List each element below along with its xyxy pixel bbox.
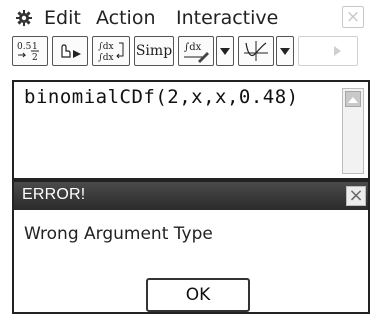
drag-pointer-icon — [61, 44, 81, 58]
menu-action[interactable]: Action — [96, 6, 156, 30]
svg-text:∫dx: ∫dx — [98, 42, 114, 52]
dropdown-arrow-icon — [280, 48, 290, 55]
expression-text[interactable]: binomialCDf(2,x,x,0.48) — [24, 86, 299, 108]
gear-icon[interactable] — [16, 10, 32, 26]
right-arrow-icon — [334, 46, 341, 56]
dropdown-button-2[interactable] — [276, 36, 294, 66]
graph-button[interactable] — [238, 36, 274, 66]
dialog-close-button[interactable]: × — [346, 186, 366, 206]
dropdown-arrow-icon — [220, 48, 230, 55]
menu-close-button[interactable]: × — [342, 6, 364, 28]
up-arrow-icon — [348, 97, 358, 103]
integral-edit-icon: ∫dx — [184, 42, 209, 63]
error-message: Wrong Argument Type — [24, 224, 213, 244]
integral-toggle-button[interactable]: ∫dx ∫dx — [92, 36, 130, 66]
svg-text:∫dx: ∫dx — [184, 42, 202, 53]
graph-icon — [244, 41, 268, 61]
menu-bar: Edit Action Interactive × — [8, 2, 372, 34]
decimal-fraction-button[interactable]: 0.5 1 2 — [12, 36, 48, 66]
svg-text:2: 2 — [32, 53, 38, 63]
calculator-screen: Edit Action Interactive × 0.5 1 2 ∫dx ∫d… — [8, 0, 372, 322]
error-dialog: ERROR! × Wrong Argument Type OK — [12, 180, 370, 314]
dropdown-button-1[interactable] — [216, 36, 234, 66]
simp-label: Simp — [135, 43, 173, 59]
dialog-title: ERROR! — [22, 186, 86, 203]
decimal-fraction-icon: 0.5 1 2 — [17, 42, 39, 63]
svg-text:∫dx: ∫dx — [98, 53, 114, 63]
next-toolbar-button[interactable] — [298, 36, 358, 66]
integral-edit-button[interactable]: ∫dx — [178, 36, 214, 66]
integral-toggle-icon: ∫dx ∫dx — [98, 42, 124, 63]
editor-scrollbar[interactable] — [342, 88, 364, 174]
menu-interactive[interactable]: Interactive — [176, 6, 278, 30]
toolbar: 0.5 1 2 ∫dx ∫dx Simp ∫dx — [12, 36, 370, 70]
ok-button[interactable]: OK — [146, 278, 250, 312]
expression-editor[interactable]: binomialCDf(2,x,x,0.48) — [12, 80, 370, 180]
dialog-header: ERROR! × — [14, 182, 368, 210]
drag-pointer-button[interactable] — [52, 36, 88, 66]
simp-button[interactable]: Simp — [134, 36, 174, 66]
menu-edit[interactable]: Edit — [44, 6, 81, 30]
svg-text:0.5: 0.5 — [17, 42, 32, 52]
scroll-up-button[interactable] — [345, 91, 361, 107]
